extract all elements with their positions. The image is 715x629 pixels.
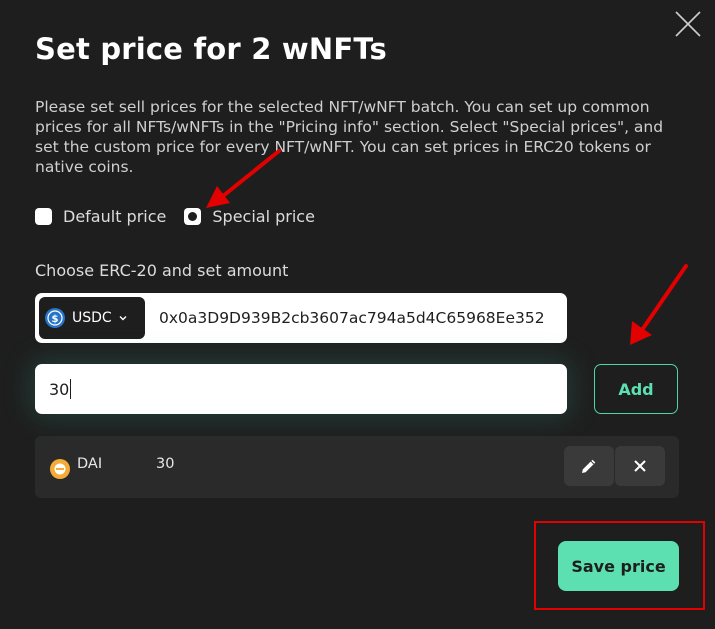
add-button[interactable]: Add [594, 364, 678, 414]
default-price-option[interactable]: Default price [35, 207, 166, 226]
price-list-item: DAI 30 [35, 436, 679, 498]
special-price-radio[interactable] [184, 207, 202, 225]
edit-price-button[interactable] [564, 446, 614, 486]
token-select-dropdown[interactable]: $ USDC [39, 297, 145, 339]
dai-token-icon [50, 459, 70, 479]
selected-token-label: USDC [72, 310, 112, 326]
special-price-label: Special price [212, 206, 315, 226]
remove-price-button[interactable] [615, 446, 665, 486]
amount-value: 30 [49, 379, 70, 399]
price-mode-selector: Default price Special price [35, 204, 333, 228]
price-amount: 30 [156, 456, 175, 472]
chevron-down-icon [119, 316, 127, 321]
set-price-dialog: Set price for 2 wNFTs Please set sell pr… [0, 0, 715, 629]
special-price-option[interactable]: Special price [184, 207, 315, 226]
usdc-token-icon: $ [45, 308, 65, 328]
x-icon [634, 460, 646, 472]
amount-input[interactable]: 30 [35, 364, 567, 414]
token-address-value: 0x0a3D9D939B2cb3607ac794a5d4C65968Ee352 [159, 309, 545, 327]
pencil-icon [582, 459, 596, 473]
price-token-name: DAI [77, 456, 103, 472]
dialog-title: Set price for 2 wNFTs [35, 32, 387, 66]
close-icon [675, 11, 701, 37]
text-caret [70, 379, 72, 399]
default-price-label: Default price [63, 206, 167, 226]
erc20-section-label: Choose ERC-20 and set amount [35, 261, 289, 280]
close-button[interactable] [672, 8, 704, 40]
save-price-button[interactable]: Save price [558, 541, 679, 591]
svg-text:$: $ [52, 314, 59, 325]
dialog-description: Please set sell prices for the selected … [35, 98, 664, 176]
default-price-checkbox[interactable] [35, 207, 52, 225]
token-address-field[interactable]: $ USDC 0x0a3D9D939B2cb3607ac794a5d4C6596… [35, 293, 567, 343]
